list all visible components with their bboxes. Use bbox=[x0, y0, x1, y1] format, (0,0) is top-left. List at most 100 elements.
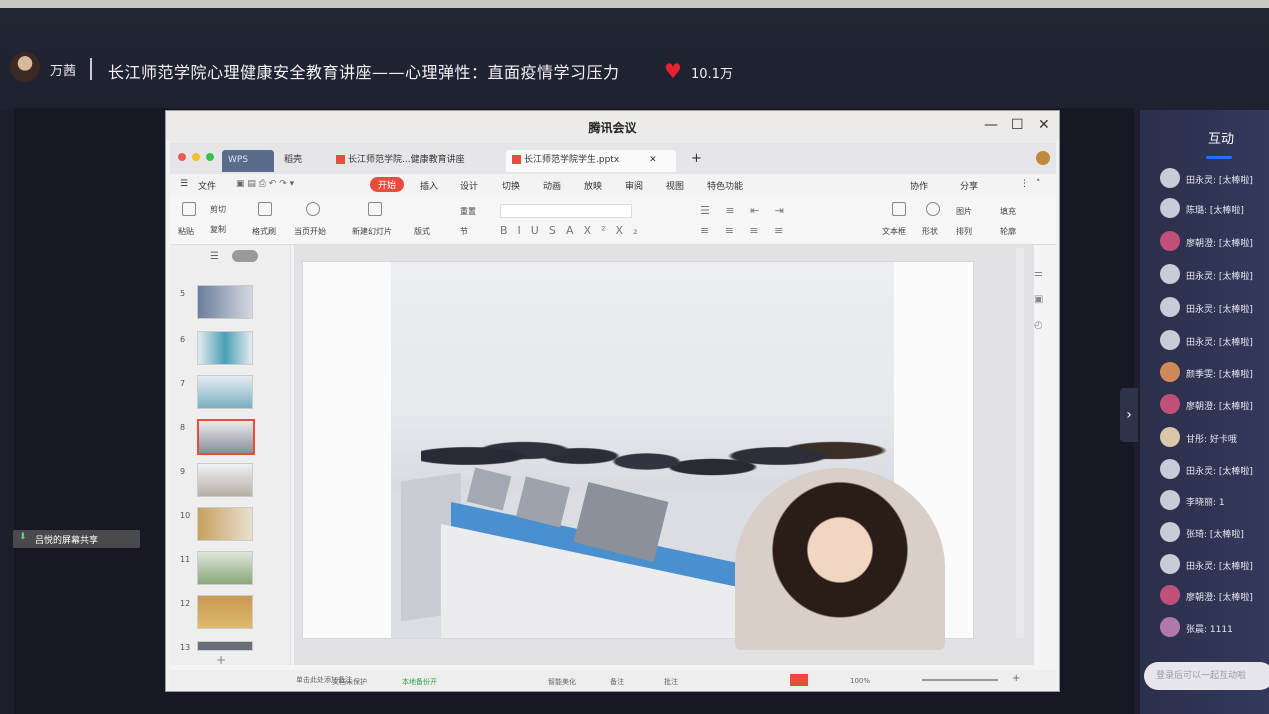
paste-button[interactable]: 粘贴 bbox=[178, 226, 194, 237]
tab-wps[interactable]: WPS bbox=[222, 150, 274, 172]
font-color-button[interactable]: A bbox=[566, 224, 584, 237]
play-icon[interactable] bbox=[306, 202, 320, 216]
slide-thumb-11[interactable] bbox=[197, 551, 253, 585]
shape-icon[interactable] bbox=[926, 202, 940, 216]
close-icon[interactable]: ✕ bbox=[649, 155, 657, 165]
menu-icon[interactable]: ☰ bbox=[180, 179, 188, 189]
backup-status[interactable]: 本地备份开 bbox=[402, 677, 437, 687]
slide-thumb-9[interactable] bbox=[197, 463, 253, 497]
close-dot[interactable] bbox=[178, 153, 186, 161]
format-buttons[interactable]: BIUSAX²X₂ bbox=[500, 224, 647, 237]
menu-insert[interactable]: 插入 bbox=[420, 179, 438, 192]
reset-button[interactable]: 重置 bbox=[460, 206, 476, 217]
doc-protect-status[interactable]: 文档未保护 bbox=[332, 677, 367, 687]
menu-collab[interactable]: 协作 bbox=[910, 179, 928, 192]
avatar bbox=[1160, 585, 1180, 605]
slide-thumb-7[interactable] bbox=[197, 375, 253, 409]
textbox-icon[interactable] bbox=[892, 202, 906, 216]
right-tools: ⚌ ▣ ◴ bbox=[1028, 248, 1054, 648]
maximize-button[interactable]: ☐ bbox=[1011, 117, 1024, 133]
cut-button[interactable]: 剪切 bbox=[210, 204, 226, 215]
menu-file[interactable]: 文件 bbox=[198, 179, 216, 192]
format-painter-icon[interactable] bbox=[258, 202, 272, 216]
chat-message: 田永灵: [太棒啦] bbox=[1160, 297, 1269, 319]
tab-daoke[interactable]: 稻壳 bbox=[278, 150, 324, 172]
slide-thumb-5[interactable] bbox=[197, 285, 253, 319]
slide-thumb-6[interactable] bbox=[197, 331, 253, 365]
arrange-button[interactable]: 排列 bbox=[956, 226, 972, 237]
zoom-dot[interactable] bbox=[206, 153, 214, 161]
menu-transition[interactable]: 切换 bbox=[502, 179, 520, 192]
slide-thumb-13[interactable] bbox=[197, 641, 253, 651]
tab-doc-1[interactable]: 长江师范学院...健康教育讲座 bbox=[330, 150, 490, 172]
chat-input[interactable]: 登录后可以一起互动啦 bbox=[1144, 662, 1269, 690]
new-slide-icon[interactable] bbox=[368, 202, 382, 216]
picture-button[interactable]: 图片 bbox=[956, 206, 972, 217]
menu-review[interactable]: 审阅 bbox=[625, 179, 643, 192]
wps-menubar: ☰ 文件 ▣ ▤ ⎙ ↶ ↷ ▾ 开始 插入 设计 切换 动画 放映 审阅 视图… bbox=[170, 174, 1056, 196]
chat-collapse-button[interactable]: › bbox=[1120, 388, 1138, 442]
settings-icon[interactable]: ⚌ bbox=[1034, 268, 1043, 279]
zoom-in-icon[interactable]: + bbox=[1012, 673, 1020, 684]
menu-special[interactable]: 特色功能 bbox=[707, 179, 743, 192]
menu-slideshow[interactable]: 放映 bbox=[584, 179, 602, 192]
menu-design[interactable]: 设计 bbox=[460, 179, 478, 192]
host-name[interactable]: 万茜 bbox=[50, 60, 76, 79]
user-avatar[interactable] bbox=[1036, 151, 1050, 165]
slide-thumb-12[interactable] bbox=[197, 595, 253, 629]
vertical-scrollbar[interactable] bbox=[1016, 248, 1024, 638]
outline-view-icon[interactable]: ☰ bbox=[210, 251, 219, 262]
transition-icon[interactable]: ▣ bbox=[1034, 294, 1043, 305]
menu-view[interactable]: 视图 bbox=[666, 179, 684, 192]
menu-share[interactable]: 分享 bbox=[960, 179, 978, 192]
play-current-button[interactable]: 当页开始 bbox=[294, 226, 326, 237]
sender-name: 田永灵 bbox=[1186, 305, 1214, 315]
minimize-dot[interactable] bbox=[192, 153, 200, 161]
screen-share-indicator[interactable]: ⬇ 吕悦的屏幕共享 bbox=[13, 530, 140, 548]
outline-button[interactable]: 轮廓 bbox=[1000, 226, 1016, 237]
add-slide-icon[interactable]: + bbox=[216, 653, 226, 667]
format-painter-button[interactable]: 格式刷 bbox=[252, 226, 276, 237]
notes-button[interactable]: 备注 bbox=[610, 677, 624, 687]
bold-button[interactable]: B bbox=[500, 224, 518, 237]
tab-doc-2[interactable]: 长江师范学院学生.pptx ✕ bbox=[506, 150, 676, 172]
comment-button[interactable]: 批注 bbox=[664, 677, 678, 687]
screen-share-label: 吕悦的屏幕共享 bbox=[35, 536, 99, 546]
more-icon[interactable]: ⋮ bbox=[1020, 179, 1029, 189]
slide-number: 10 bbox=[180, 511, 191, 520]
play-slideshow-button[interactable] bbox=[790, 674, 808, 686]
new-slide-button[interactable]: 新建幻灯片 bbox=[352, 226, 392, 237]
tab-interaction[interactable]: 互动 bbox=[1208, 128, 1234, 147]
slide-thumb-8[interactable] bbox=[197, 419, 255, 455]
minimize-button[interactable]: — bbox=[984, 117, 998, 133]
textbox-button[interactable]: 文本框 bbox=[882, 226, 906, 237]
history-icon[interactable]: ◴ bbox=[1034, 320, 1043, 331]
paragraph-buttons[interactable]: ☰ ≡ ⇤ ⇥ bbox=[700, 204, 790, 217]
slide-thumb-10[interactable] bbox=[197, 507, 253, 541]
italic-button[interactable]: I bbox=[518, 224, 531, 237]
collapse-icon[interactable]: ˄ bbox=[1036, 179, 1041, 189]
new-tab-button[interactable]: + bbox=[685, 150, 708, 172]
zoom-slider[interactable] bbox=[922, 679, 998, 681]
smart-beautify-button[interactable]: 智能美化 bbox=[548, 677, 576, 687]
font-select[interactable] bbox=[500, 204, 632, 218]
superscript-button[interactable]: X² bbox=[584, 224, 616, 237]
menu-start[interactable]: 开始 bbox=[370, 177, 405, 192]
close-button[interactable]: ✕ bbox=[1038, 117, 1050, 133]
slide-view-toggle[interactable] bbox=[232, 250, 258, 262]
underline-button[interactable]: U bbox=[531, 224, 549, 237]
copy-button[interactable]: 复制 bbox=[210, 224, 226, 235]
strike-button[interactable]: S bbox=[549, 224, 566, 237]
shape-button[interactable]: 形状 bbox=[922, 226, 938, 237]
layout-button[interactable]: 版式 bbox=[414, 226, 430, 237]
heart-icon[interactable]: ♥ bbox=[664, 61, 682, 81]
zoom-level[interactable]: 100% bbox=[850, 677, 870, 685]
subscript-button[interactable]: X₂ bbox=[616, 224, 648, 237]
align-buttons[interactable]: ≡ ≡ ≡ ≡ bbox=[700, 224, 789, 237]
host-avatar[interactable] bbox=[10, 52, 40, 82]
fill-button[interactable]: 填充 bbox=[1000, 206, 1016, 217]
paste-icon[interactable] bbox=[182, 202, 196, 216]
quick-toolbar[interactable]: ▣ ▤ ⎙ ↶ ↷ ▾ bbox=[236, 179, 294, 189]
section-button[interactable]: 节 bbox=[460, 226, 468, 237]
menu-animation[interactable]: 动画 bbox=[543, 179, 561, 192]
